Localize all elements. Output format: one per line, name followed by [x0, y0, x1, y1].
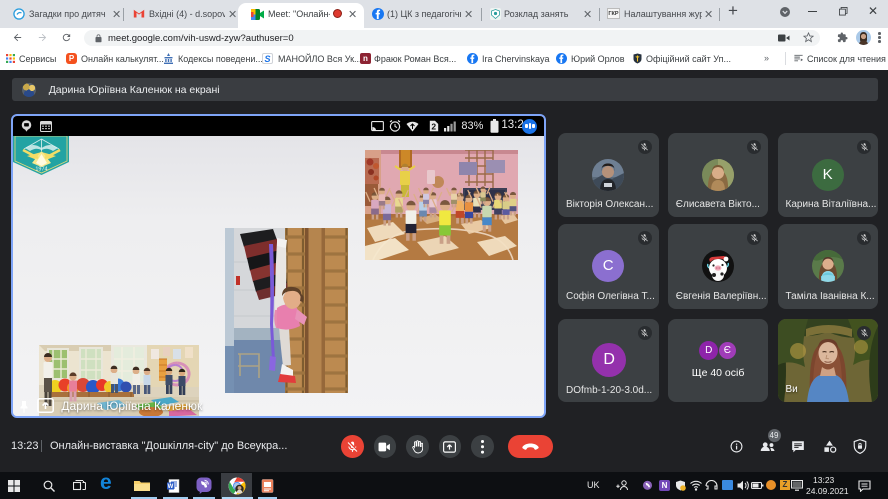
svg-text:W: W — [168, 484, 174, 490]
svg-text:1974: 1974 — [36, 167, 48, 173]
svg-text:2: 2 — [432, 122, 437, 132]
